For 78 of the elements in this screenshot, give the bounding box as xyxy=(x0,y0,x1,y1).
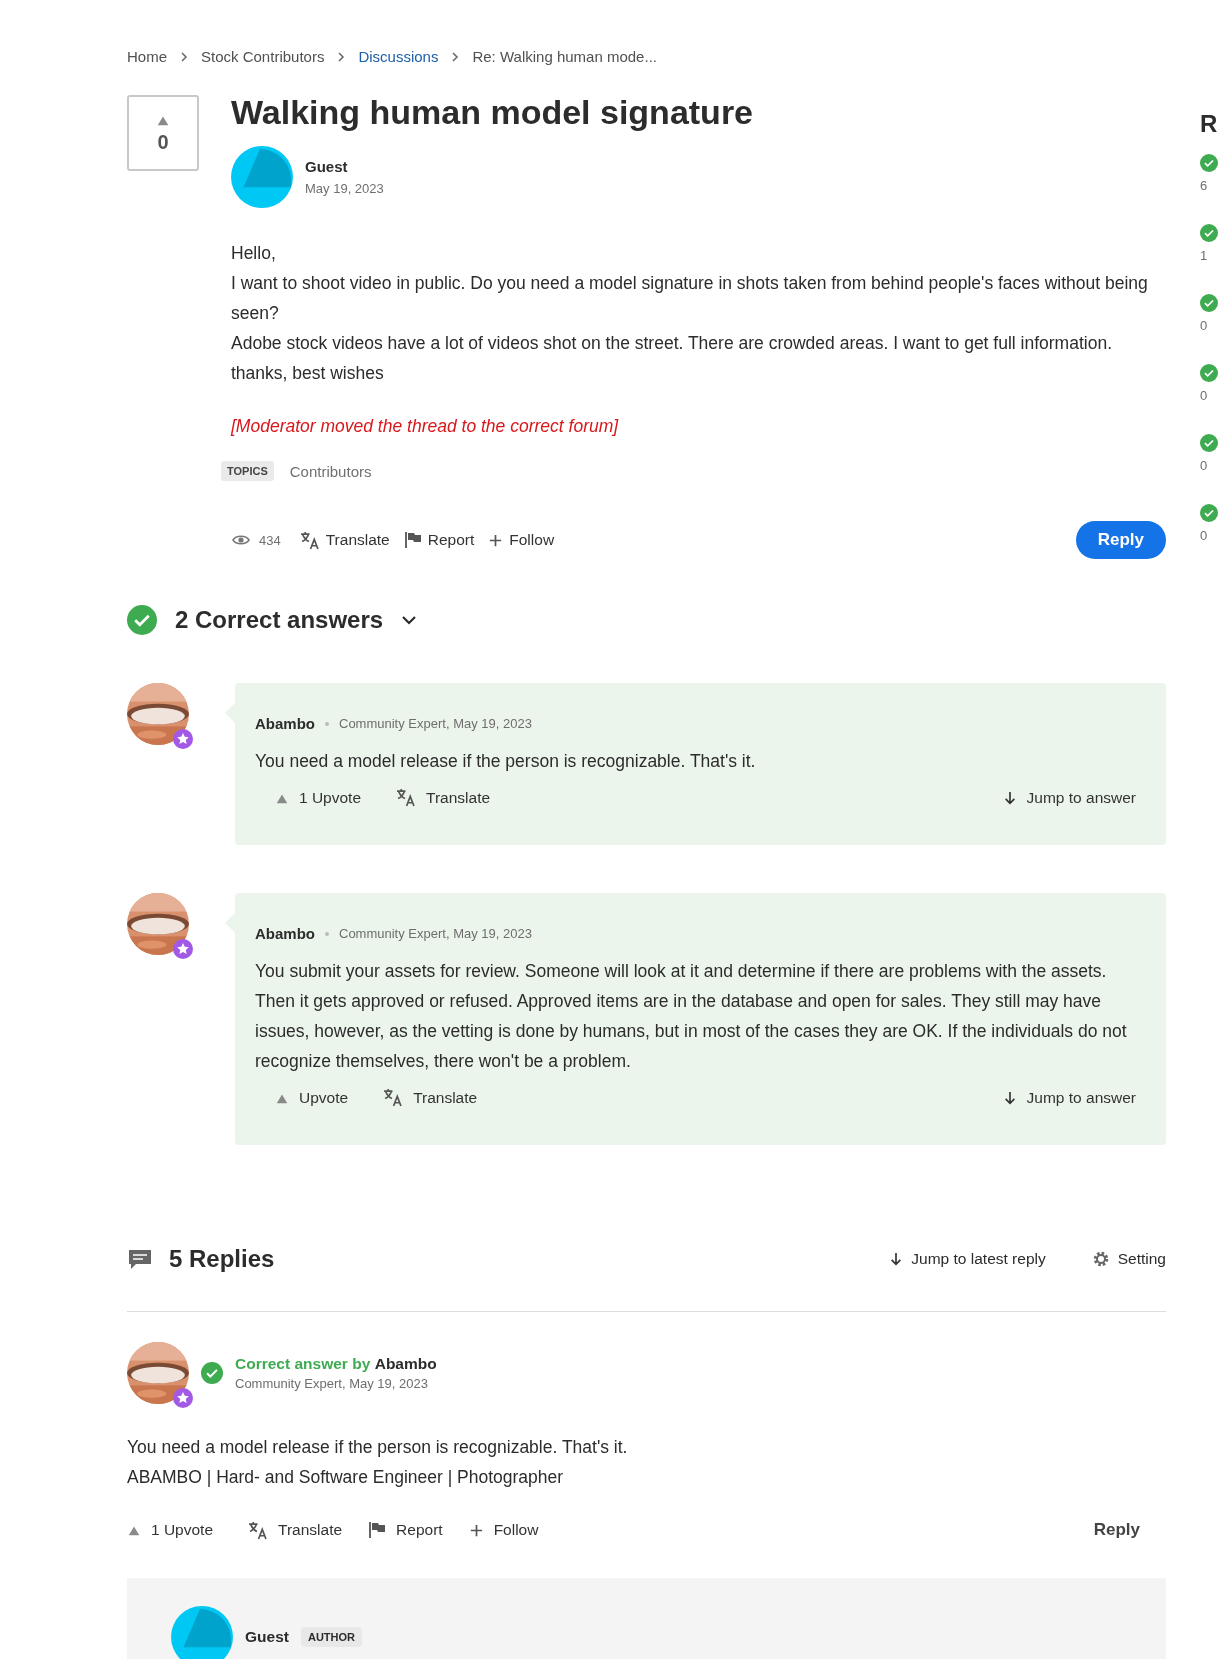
answer-text: You need a model release if the person is recognizable. That's it. xyxy=(255,750,757,773)
correct-answer-label: Correct answer by xyxy=(235,1355,371,1372)
post-text: Adobe stock videos have a lot of videos shot on the street. There are crowded areas. I want to get full information. xyxy=(231,332,1113,355)
sidebar-count: 6 xyxy=(1200,178,1209,193)
sidebar-count: 0 xyxy=(1200,388,1209,403)
upvote-link[interactable]: Upvote xyxy=(299,1088,349,1107)
author-name[interactable]: Abambo xyxy=(255,715,315,732)
check-icon xyxy=(201,1362,223,1384)
reply-text: ABAMBO | Hard- and Software Engineer | Photographer xyxy=(127,1466,565,1489)
follow-link[interactable]: Follow xyxy=(488,531,555,549)
author-name[interactable]: Abambo xyxy=(255,925,315,942)
translate-icon xyxy=(395,788,417,807)
translate-icon xyxy=(298,530,320,550)
translate-icon xyxy=(247,1520,269,1540)
translate-link[interactable]: Translate xyxy=(413,1088,478,1107)
translate-icon xyxy=(382,1088,404,1107)
setting-link[interactable]: Setting xyxy=(1117,1250,1166,1268)
star-badge-icon xyxy=(173,729,193,749)
author-name[interactable]: Guest xyxy=(305,158,384,175)
jump-to-answer-link[interactable]: Jump to answer xyxy=(1026,1088,1136,1107)
translate-link[interactable]: Translate xyxy=(298,530,390,550)
report-link[interactable]: Report xyxy=(403,531,475,549)
avatar xyxy=(171,1606,233,1659)
star-badge-icon xyxy=(173,1388,193,1408)
author-name[interactable]: Abambo xyxy=(374,1355,437,1372)
vote-box[interactable]: 0 xyxy=(127,95,199,171)
answer-text: You submit your assets for review. Someone will look at it and determine if there are problems with the assets. Then it gets approved or refused. Approved items are in the database and open for sales. They still may have issues, however, as the vetting is done by humans, but in most of the cases they are OK. If the individuals do not recognize themselves, there won't be a problem. xyxy=(255,960,1128,1073)
translate-link[interactable]: Translate xyxy=(426,788,491,807)
chat-icon xyxy=(127,1248,153,1270)
follow-link[interactable]: Follow xyxy=(493,1521,539,1539)
report-link[interactable]: Report xyxy=(396,1521,443,1539)
star-badge-icon xyxy=(173,939,193,959)
replies-heading: 5 Replies xyxy=(169,1245,275,1273)
flag-icon xyxy=(368,1521,387,1539)
moderator-note: [Moderator moved the thread to the correct forum] xyxy=(231,416,620,437)
thread-title: Walking human model signature xyxy=(231,93,755,132)
sidebar-count: 0 xyxy=(1200,318,1209,333)
post-date: May 19, 2023 xyxy=(305,181,384,196)
topics-label: TOPICS xyxy=(221,461,274,481)
breadcrumb-link[interactable]: Discussions xyxy=(358,48,439,65)
author-meta: Community Expert, May 19, 2023 xyxy=(235,1376,429,1391)
author-meta: Community Expert, May 19, 2023 xyxy=(339,716,532,731)
chevron-right-icon xyxy=(179,51,189,62)
topic-link[interactable]: Contributors xyxy=(289,462,372,480)
arrow-down-icon xyxy=(1002,1089,1017,1106)
arrow-down-icon xyxy=(1002,789,1017,806)
author-meta: Community Expert, May 19, 2023 xyxy=(339,926,532,941)
chevron-right-icon xyxy=(450,51,461,62)
author-tag: AUTHOR xyxy=(300,1627,362,1647)
translate-link[interactable]: Translate xyxy=(278,1521,343,1539)
upvote-link[interactable]: 1 Upvote xyxy=(151,1521,214,1539)
gear-icon xyxy=(1091,1250,1110,1268)
check-icon xyxy=(127,605,157,635)
author-name[interactable]: Guest xyxy=(245,1628,289,1646)
vote-count: 0 xyxy=(157,130,169,154)
sidebar-count: 0 xyxy=(1200,458,1209,473)
chevron-right-icon xyxy=(336,51,347,62)
plus-icon xyxy=(488,532,504,548)
reply-link[interactable]: Reply xyxy=(1093,1520,1140,1540)
breadcrumb-link[interactable]: Stock Contributors xyxy=(201,48,325,65)
post-text: thanks, best wishes xyxy=(231,362,385,385)
post-text: Hello, xyxy=(231,242,277,265)
jump-to-latest-link[interactable]: Jump to latest reply xyxy=(911,1250,1046,1268)
sidebar-count: 0 xyxy=(1200,528,1209,543)
plus-icon xyxy=(468,1522,484,1538)
post-text: I want to shoot video in public. Do you need a model signature in shots taken from behind people's faces without being seen? xyxy=(231,272,1149,325)
sidebar-count: 1 xyxy=(1200,248,1209,263)
jump-to-answer-link[interactable]: Jump to answer xyxy=(1026,788,1136,807)
view-count: 434 xyxy=(259,532,281,548)
reply-text: You need a model release if the person is recognizable. That's it. xyxy=(127,1436,629,1459)
breadcrumb-link[interactable]: Home xyxy=(127,48,167,65)
avatar xyxy=(231,146,293,208)
correct-answers-heading[interactable]: 2 Correct answers xyxy=(175,606,384,634)
reply-button[interactable]: Reply xyxy=(1075,521,1166,559)
upvote-link[interactable]: 1 Upvote xyxy=(299,788,362,807)
arrow-down-icon xyxy=(889,1251,904,1267)
sidebar-title: R xyxy=(1200,110,1219,138)
flag-icon xyxy=(403,531,422,549)
